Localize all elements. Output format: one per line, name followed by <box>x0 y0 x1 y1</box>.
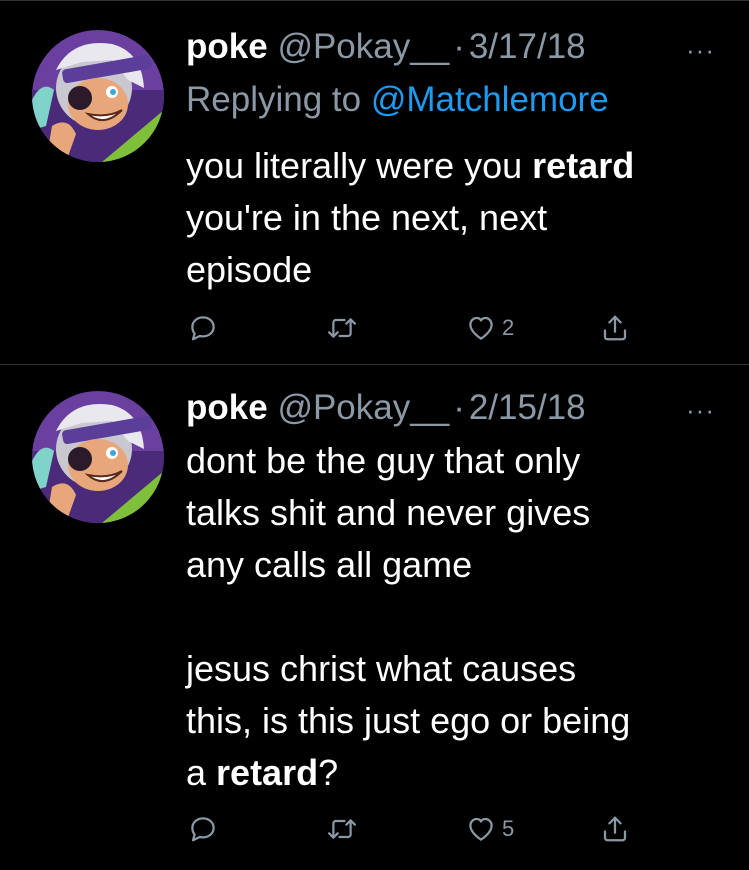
tweet-header: poke @Pokay__ · 2/15/18 <box>186 383 669 433</box>
display-name[interactable]: poke <box>186 27 268 66</box>
reply-button[interactable] <box>188 308 218 348</box>
retweet-icon <box>327 318 357 338</box>
action-bar: 5 <box>186 809 646 849</box>
display-name[interactable]: poke <box>186 388 268 427</box>
username-handle[interactable]: @Pokay__ <box>277 27 449 66</box>
text-line: you literally were you retard <box>186 145 635 186</box>
action-bar: 2 <box>186 308 646 348</box>
tweet-text: dont be the guy that only talks shit and… <box>186 435 709 799</box>
tweet-date[interactable]: 2/15/18 <box>469 388 586 427</box>
tweet[interactable]: poke @Pokay__ · 3/17/18 ··· Replying to @M… <box>0 0 749 365</box>
share-button[interactable] <box>600 308 630 348</box>
text-line: dont be the guy that only <box>186 440 581 481</box>
share-icon <box>603 315 627 341</box>
replying-prefix: Replying to <box>186 80 362 119</box>
username-handle[interactable]: @Pokay__ <box>277 388 449 427</box>
retweet-button[interactable] <box>326 809 358 849</box>
retweet-button[interactable] <box>326 308 358 348</box>
reply-button[interactable] <box>188 809 218 849</box>
text-line: this, is this just ego or being <box>186 700 631 741</box>
reply-icon <box>191 316 215 341</box>
text-line: talks shit and never gives <box>186 492 591 533</box>
mention-link[interactable]: @Matchlemore <box>371 80 609 119</box>
tweet-date[interactable]: 3/17/18 <box>469 27 586 66</box>
avatar[interactable] <box>32 30 164 162</box>
separator-dot: · <box>453 27 465 66</box>
reply-icon <box>191 817 215 842</box>
share-button[interactable] <box>600 809 630 849</box>
text-line: a retard? <box>186 752 339 793</box>
tweet[interactable]: poke @Pokay__ · 2/15/18 ··· dont be the gu… <box>0 365 749 870</box>
tweet-text: you literally were you retard you're in … <box>186 140 709 296</box>
text-line: episode <box>186 249 313 290</box>
like-button[interactable]: 5 <box>466 809 514 849</box>
replying-to: Replying to @Matchlemore <box>186 75 609 125</box>
heart-icon <box>469 316 493 340</box>
avatar[interactable] <box>32 391 164 523</box>
more-options-icon[interactable]: ··· <box>686 395 715 426</box>
like-count: 5 <box>502 816 515 841</box>
share-icon <box>603 816 627 842</box>
text-line: any calls all game <box>186 544 473 585</box>
like-count: 2 <box>502 315 515 340</box>
heart-icon <box>469 817 493 841</box>
more-options-icon[interactable]: ··· <box>686 35 715 66</box>
tweet-header: poke @Pokay__ · 3/17/18 <box>186 22 669 72</box>
text-line: you're in the next, next <box>186 197 548 238</box>
like-button[interactable]: 2 <box>466 308 514 348</box>
separator-dot: · <box>453 388 465 427</box>
retweet-icon <box>327 819 357 839</box>
text-line: jesus christ what causes <box>186 648 577 689</box>
